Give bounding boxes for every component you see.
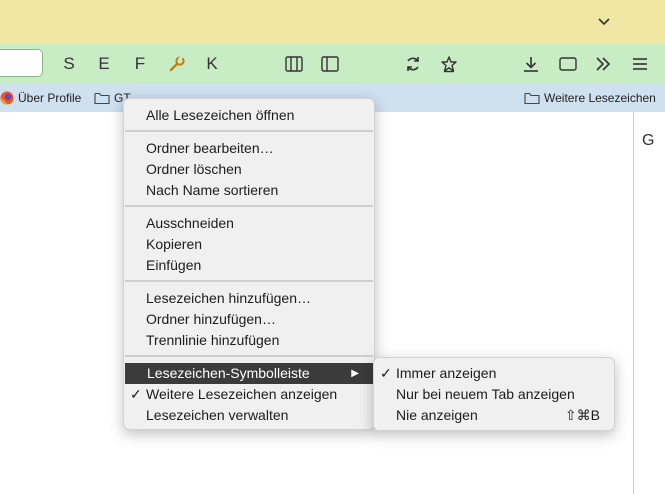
folder-icon — [524, 92, 540, 105]
toolbar-button-s[interactable]: S — [56, 51, 82, 77]
bookmark-star-icon[interactable] — [436, 51, 462, 77]
menu-item-label: Nie anzeigen — [396, 407, 478, 423]
menu-separator — [125, 355, 373, 357]
menu-separator — [125, 205, 373, 207]
folder-icon — [94, 92, 110, 105]
toolbar-letter: F — [134, 54, 146, 73]
menu-item-cut[interactable]: Ausschneiden — [124, 213, 374, 234]
menu-separator — [125, 280, 373, 282]
menu-item-edit-folder[interactable]: Ordner bearbeiten… — [124, 138, 374, 159]
chevron-down-icon[interactable] — [594, 12, 614, 32]
tab-bar — [0, 0, 665, 44]
download-icon[interactable] — [518, 51, 544, 77]
sidebar-panel-icon[interactable] — [317, 51, 343, 77]
checkmark-icon: ✓ — [380, 365, 392, 381]
menu-item-label: Lesezeichen-Symbolleiste — [147, 365, 310, 381]
toolbar-letter: K — [206, 54, 218, 73]
sync-icon[interactable] — [400, 51, 426, 77]
menu-item-open-all[interactable]: Alle Lesezeichen öffnen — [124, 105, 374, 126]
menu-item-sort-by-name[interactable]: Nach Name sortieren — [124, 180, 374, 201]
navigation-toolbar: S E F K — [0, 44, 665, 84]
sidebar-divider — [633, 112, 634, 494]
menu-item-add-folder[interactable]: Ordner hinzufügen… — [124, 309, 374, 330]
menu-item-delete-folder[interactable]: Ordner löschen — [124, 159, 374, 180]
toolbar-letter: S — [63, 54, 75, 73]
bookmark-ueber-profile[interactable]: Über Profile — [0, 90, 81, 106]
sidebar-toggle-icon[interactable] — [281, 51, 307, 77]
bookmarks-toolbar-submenu: ✓ Immer anzeigen Nur bei neuem Tab anzei… — [373, 357, 615, 431]
window-icon[interactable] — [555, 51, 581, 77]
other-bookmarks-label: Weitere Lesezeichen — [544, 91, 656, 105]
submenu-item-always-show[interactable]: ✓ Immer anzeigen — [374, 363, 614, 384]
checkmark-icon: ✓ — [130, 386, 142, 402]
menu-item-paste[interactable]: Einfügen — [124, 255, 374, 276]
firefox-icon — [0, 91, 14, 105]
toolbar-button-e[interactable]: E — [91, 51, 117, 77]
submenu-item-never-show[interactable]: Nie anzeigen ⇧⌘B — [374, 405, 614, 426]
toolbar-letter: E — [98, 54, 110, 73]
submenu-arrow-icon: ▶ — [351, 368, 359, 379]
menu-item-label: Weitere Lesezeichen anzeigen — [146, 386, 338, 402]
menu-item-manage-bookmarks[interactable]: Lesezeichen verwalten — [124, 405, 374, 426]
menu-item-bookmarks-toolbar[interactable]: Lesezeichen-Symbolleiste ▶ — [125, 363, 373, 384]
other-bookmarks-folder[interactable]: Weitere Lesezeichen — [524, 90, 656, 106]
keyboard-shortcut: ⇧⌘B — [564, 407, 600, 423]
hamburger-menu-icon[interactable] — [627, 51, 653, 77]
bookmark-context-menu: Alle Lesezeichen öffnen Ordner bearbeite… — [123, 98, 375, 430]
overflow-chevrons-icon[interactable] — [590, 51, 616, 77]
toolbar-button-f[interactable]: F — [127, 51, 153, 77]
url-input[interactable] — [0, 49, 43, 77]
menu-item-add-bookmark[interactable]: Lesezeichen hinzufügen… — [124, 288, 374, 309]
toolbar-button-k[interactable]: K — [199, 51, 225, 77]
sidebar-letter: G — [642, 132, 655, 149]
menu-item-show-other-bookmarks[interactable]: ✓ Weitere Lesezeichen anzeigen — [124, 384, 374, 405]
menu-item-copy[interactable]: Kopieren — [124, 234, 374, 255]
menu-item-add-separator[interactable]: Trennlinie hinzufügen — [124, 330, 374, 351]
menu-separator — [125, 130, 373, 132]
submenu-item-new-tab-only[interactable]: Nur bei neuem Tab anzeigen — [374, 384, 614, 405]
wrench-icon[interactable] — [164, 51, 190, 77]
bookmark-label: Über Profile — [18, 91, 82, 105]
menu-item-label: Immer anzeigen — [396, 365, 497, 381]
